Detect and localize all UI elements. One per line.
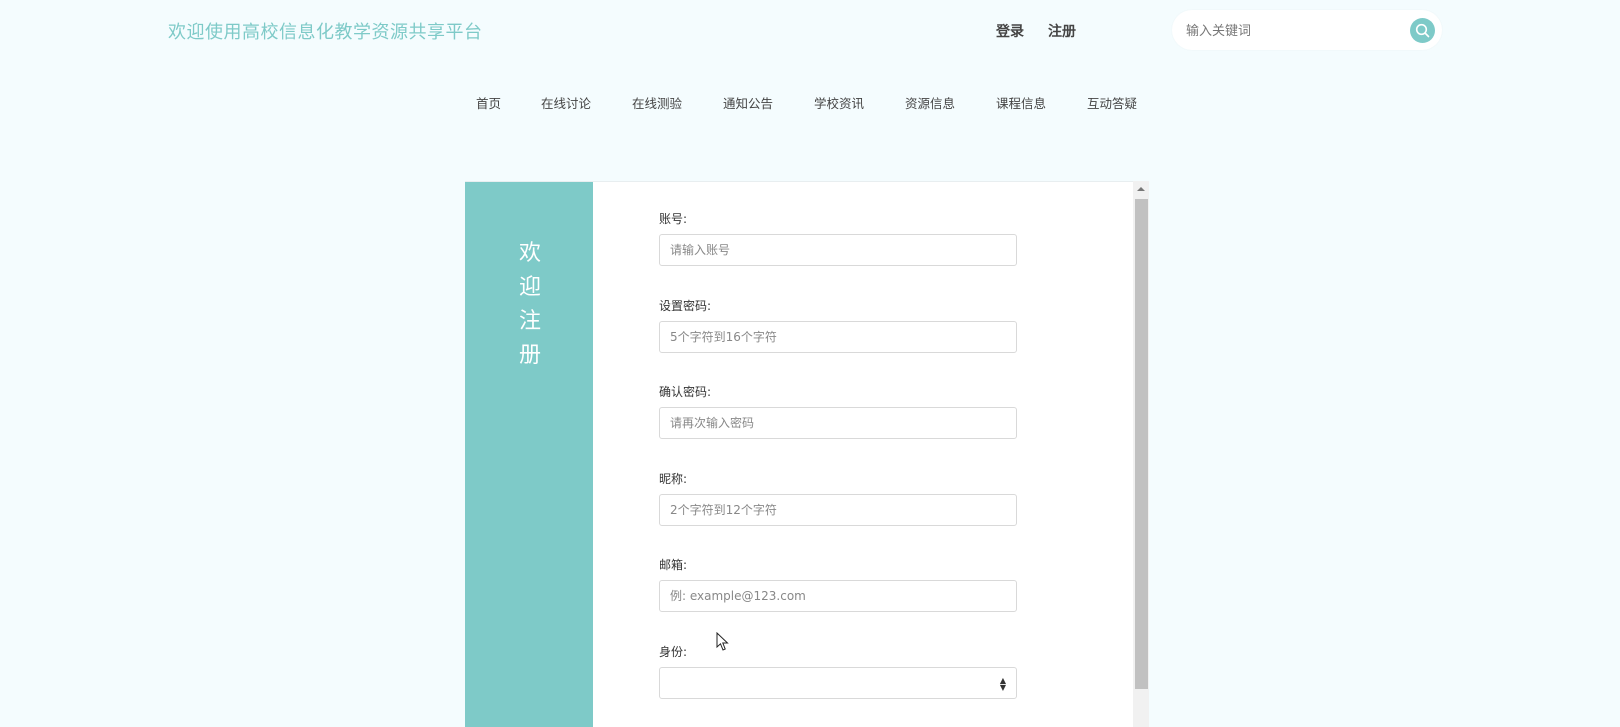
scroll-thumb[interactable]: [1135, 199, 1148, 689]
nav-item-school-news[interactable]: 学校资讯: [814, 94, 905, 114]
identity-select[interactable]: ▲ ▼: [659, 667, 1017, 699]
nav-item-quiz[interactable]: 在线测验: [632, 94, 723, 114]
main-nav: 首页 在线讨论 在线测验 通知公告 学校资讯 资源信息 课程信息 互动答疑: [456, 94, 1147, 114]
register-panel: 欢迎注册 账号: 设置密码: 确认密码: 昵称: 邮箱: 身份: ▲▼: [465, 181, 1149, 727]
nav-item-notice[interactable]: 通知公告: [723, 94, 814, 114]
identity-label: 身份:: [659, 645, 688, 659]
sort-arrows-icon: ▲ ▼: [999, 676, 1006, 692]
search-input[interactable]: [1184, 10, 1398, 52]
account-input[interactable]: [659, 234, 1017, 266]
page: 欢迎使用高校信息化教学资源共享平台 登录 注册 首页 在线讨论 在线测验 通知公…: [0, 0, 1620, 727]
nav-item-courses[interactable]: 课程信息: [996, 94, 1087, 114]
account-label: 账号:: [659, 212, 688, 226]
site-title[interactable]: 欢迎使用高校信息化教学资源共享平台: [168, 18, 483, 44]
nav-item-discussion[interactable]: 在线讨论: [541, 94, 632, 114]
confirm-password-label: 确认密码:: [659, 385, 712, 399]
search-button[interactable]: [1410, 18, 1435, 43]
nav-item-home[interactable]: 首页: [476, 94, 541, 114]
password-input[interactable]: [659, 321, 1017, 353]
password-label: 设置密码:: [659, 299, 712, 313]
login-link[interactable]: 登录: [996, 21, 1024, 41]
nav-item-resources[interactable]: 资源信息: [905, 94, 996, 114]
search-box: [1172, 10, 1442, 52]
scroll-up-arrow-icon[interactable]: [1133, 181, 1149, 197]
mouse-pointer-icon: [716, 632, 729, 651]
nickname-input[interactable]: [659, 494, 1017, 526]
email-input[interactable]: [659, 580, 1017, 612]
confirm-password-input[interactable]: [659, 407, 1017, 439]
search-icon: [1415, 23, 1430, 38]
email-label: 邮箱:: [659, 558, 688, 572]
register-link[interactable]: 注册: [1048, 21, 1076, 41]
nav-item-qa[interactable]: 互动答疑: [1087, 94, 1147, 114]
nickname-label: 昵称:: [659, 472, 688, 486]
register-side-banner: 欢迎注册: [465, 182, 593, 727]
panel-scrollbar[interactable]: [1133, 181, 1149, 727]
register-side-title: 欢迎注册: [518, 241, 541, 368]
